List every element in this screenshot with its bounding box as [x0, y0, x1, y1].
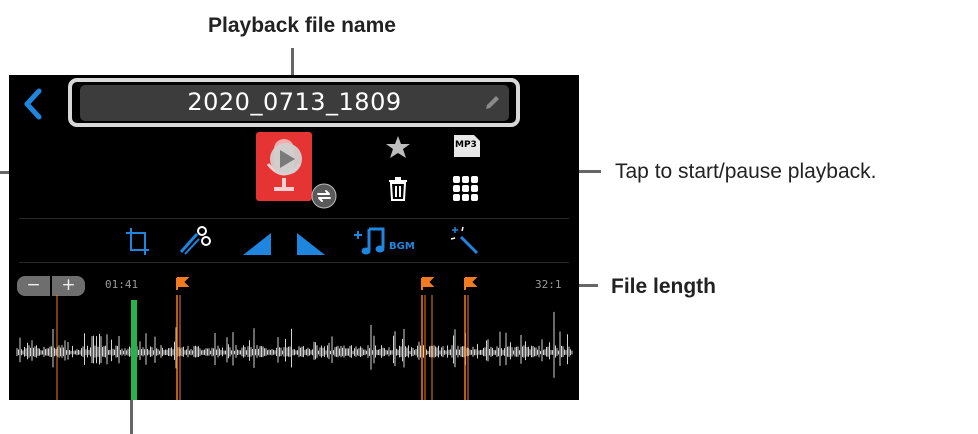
- format-badge: MP3: [454, 135, 480, 157]
- marker-flag[interactable]: [464, 277, 478, 400]
- grid-icon[interactable]: [453, 176, 479, 207]
- scissors-icon[interactable]: [177, 225, 211, 260]
- leader-length-h: [578, 284, 598, 287]
- callout-file-length: File length: [611, 275, 716, 298]
- bgm-icon[interactable]: BGM: [353, 226, 425, 256]
- file-name-highlight: [68, 78, 520, 127]
- bgm-label: BGM: [389, 241, 415, 252]
- fade-out-icon[interactable]: [297, 233, 325, 260]
- star-icon[interactable]: [385, 134, 411, 165]
- repeat-icon: [311, 183, 337, 214]
- back-icon[interactable]: [19, 87, 49, 121]
- separator-top: [19, 218, 569, 219]
- trim-icon[interactable]: [125, 226, 151, 261]
- waveform[interactable]: [9, 270, 579, 400]
- microphone-icon: [266, 139, 302, 191]
- trash-icon[interactable]: [387, 177, 409, 206]
- callout-play-tap: Tap to start/pause playback.: [615, 160, 877, 183]
- playback-screen: 2020_0713_1809 MP3 BGM − + 01:41 32:1: [9, 75, 579, 400]
- leader-file-name: [291, 48, 294, 76]
- waveform-path: [16, 311, 573, 378]
- marker-flag[interactable]: [176, 277, 190, 400]
- format-badge-label: MP3: [455, 140, 477, 150]
- fade-in-icon[interactable]: [243, 233, 271, 260]
- callout-file-name: Playback file name: [208, 14, 396, 37]
- playhead[interactable]: [131, 300, 137, 400]
- leader-playhead: [130, 400, 133, 434]
- marker-flag[interactable]: [421, 277, 435, 400]
- magic-wand-icon[interactable]: [449, 225, 479, 260]
- separator-bottom: [19, 262, 569, 263]
- play-pause-button[interactable]: [256, 132, 312, 201]
